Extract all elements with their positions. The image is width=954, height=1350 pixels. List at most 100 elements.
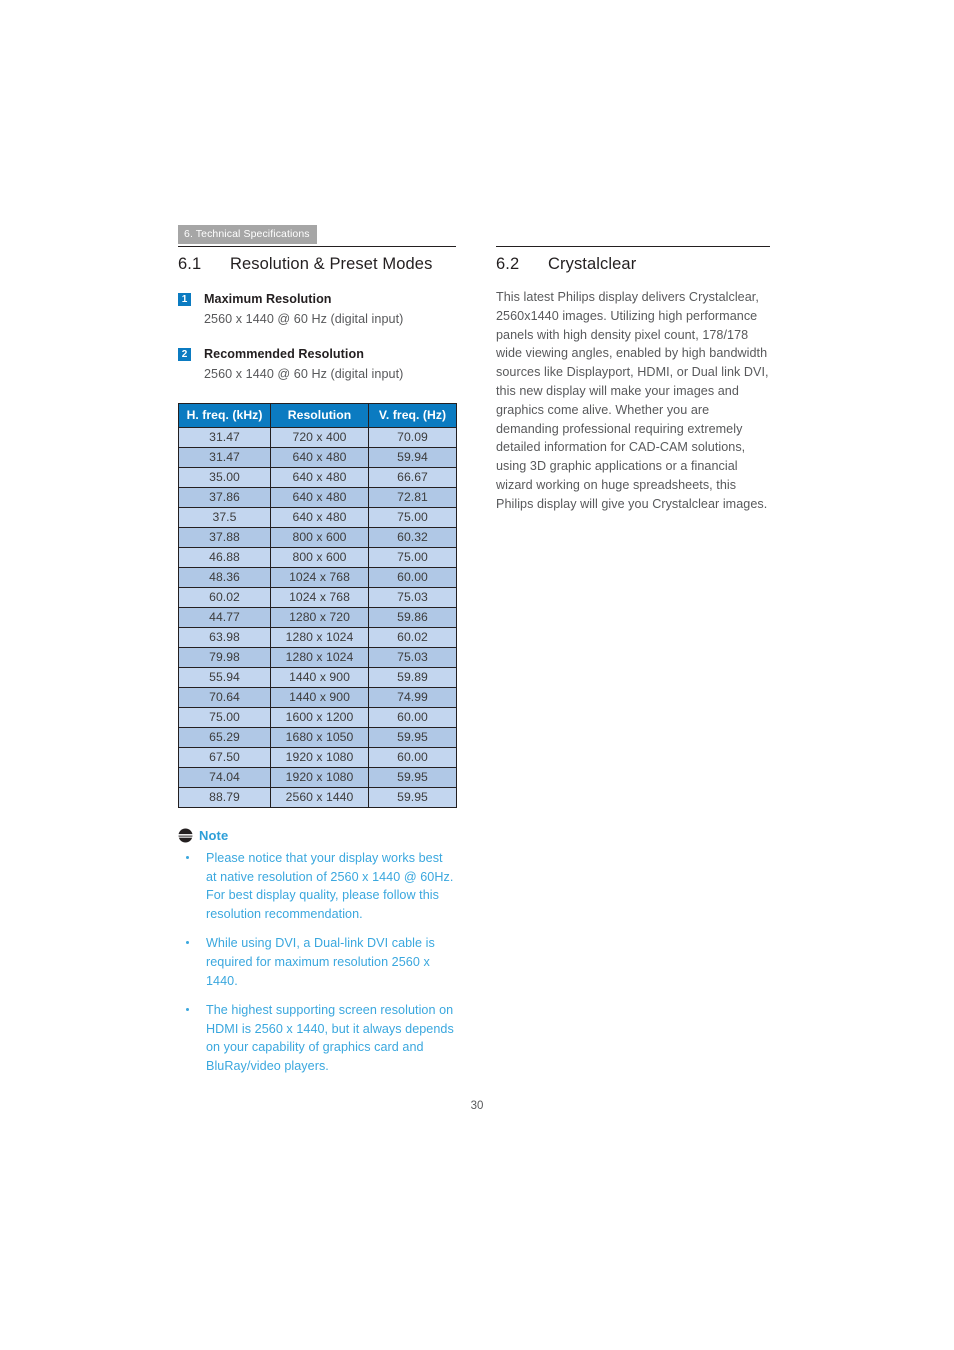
- note-bullet-item: The highest supporting screen resolution…: [178, 1001, 456, 1075]
- cell-h-freq: 48.36: [178, 567, 271, 588]
- cell-resolution: 720 x 400: [270, 427, 369, 448]
- cell-v-freq: 59.95: [368, 767, 457, 788]
- cell-v-freq: 70.09: [368, 427, 457, 448]
- cell-resolution: 1920 x 1080: [270, 767, 369, 788]
- table-row: 44.77 1280 x 720 59.86: [178, 607, 457, 628]
- cell-v-freq: 59.95: [368, 787, 457, 808]
- page-title-6-1: 6.1 Resolution & Preset Modes: [178, 255, 456, 274]
- item-title: Recommended Resolution: [204, 347, 364, 361]
- item-title: Maximum Resolution: [204, 292, 332, 306]
- cell-h-freq: 88.79: [178, 787, 271, 808]
- cell-h-freq: 46.88: [178, 547, 271, 568]
- table-row: 35.00 640 x 480 66.67: [178, 467, 457, 488]
- table-header-row: H. freq. (kHz) Resolution V. freq. (Hz): [178, 403, 457, 428]
- note-bullet-text: While using DVI, a Dual-link DVI cable i…: [206, 936, 435, 988]
- cell-v-freq: 75.00: [368, 547, 457, 568]
- table-row: 74.04 1920 x 1080 59.95: [178, 767, 457, 788]
- list-item-maximum-resolution: 1 Maximum Resolution 2560 x 1440 @ 60 Hz…: [178, 291, 456, 329]
- cell-resolution: 2560 x 1440: [270, 787, 369, 808]
- cell-v-freq: 60.00: [368, 567, 457, 588]
- cell-v-freq: 59.95: [368, 727, 457, 748]
- note-label: Note: [199, 828, 229, 843]
- section-rule-right: [496, 246, 770, 247]
- crystalclear-body-text: This latest Philips display delivers Cry…: [496, 290, 769, 511]
- cell-v-freq: 72.81: [368, 487, 457, 508]
- cell-v-freq: 59.86: [368, 607, 457, 628]
- cell-resolution: 1680 x 1050: [270, 727, 369, 748]
- table-row: 37.88 800 x 600 60.32: [178, 527, 457, 548]
- note-icon: [178, 828, 193, 843]
- table-row: 88.79 2560 x 1440 59.95: [178, 787, 457, 808]
- cell-v-freq: 60.32: [368, 527, 457, 548]
- cell-h-freq: 31.47: [178, 447, 271, 468]
- cell-h-freq: 75.00: [178, 707, 271, 728]
- left-column: 6.1 Resolution & Preset Modes 1 Maximum …: [178, 246, 457, 1076]
- cell-resolution: 1280 x 720: [270, 607, 369, 628]
- cell-h-freq: 70.64: [178, 687, 271, 708]
- cell-v-freq: 75.03: [368, 587, 457, 608]
- note-bullet-text: Please notice that your display works be…: [206, 851, 454, 921]
- note-bullet-item: While using DVI, a Dual-link DVI cable i…: [178, 934, 456, 990]
- cell-h-freq: 37.86: [178, 487, 271, 508]
- cell-resolution: 640 x 480: [270, 467, 369, 488]
- cell-resolution: 1280 x 1024: [270, 627, 369, 648]
- right-column: 6.2 Crystalclear This latest Philips dis…: [496, 246, 770, 514]
- cell-h-freq: 55.94: [178, 667, 271, 688]
- table-body: 31.47 720 x 400 70.09 31.47 640 x 480 59.94 35…: [178, 427, 457, 808]
- cell-v-freq: 60.02: [368, 627, 457, 648]
- table-row: 65.29 1680 x 1050 59.95: [178, 727, 457, 748]
- note-block: Note Please notice that your display wor…: [178, 828, 456, 1076]
- cell-h-freq: 63.98: [178, 627, 271, 648]
- cell-resolution: 800 x 600: [270, 547, 369, 568]
- table-row: 31.47 720 x 400 70.09: [178, 427, 457, 448]
- cell-v-freq: 59.89: [368, 667, 457, 688]
- column-header-v-freq: V. freq. (Hz): [368, 403, 457, 428]
- cell-resolution: 640 x 480: [270, 507, 369, 528]
- note-bullet-list: Please notice that your display works be…: [178, 849, 456, 1076]
- section-title-6-1: Resolution & Preset Modes: [230, 255, 433, 273]
- table-row: 70.64 1440 x 900 74.99: [178, 687, 457, 708]
- table-row: 79.98 1280 x 1024 75.03: [178, 647, 457, 668]
- cell-resolution: 1024 x 768: [270, 587, 369, 608]
- page-title-6-2: 6.2 Crystalclear: [496, 255, 770, 274]
- column-header-resolution: Resolution: [270, 403, 369, 428]
- cell-resolution: 640 x 480: [270, 487, 369, 508]
- cell-resolution: 1440 x 900: [270, 667, 369, 688]
- cell-v-freq: 75.03: [368, 647, 457, 668]
- running-header-tab: 6. Technical Specifications: [178, 225, 317, 244]
- cell-h-freq: 60.02: [178, 587, 271, 608]
- table-row: 37.86 640 x 480 72.81: [178, 487, 457, 508]
- cell-h-freq: 65.29: [178, 727, 271, 748]
- cell-v-freq: 60.00: [368, 707, 457, 728]
- table-row: 31.47 640 x 480 59.94: [178, 447, 457, 468]
- cell-resolution: 1920 x 1080: [270, 747, 369, 768]
- table-row: 55.94 1440 x 900 59.89: [178, 667, 457, 688]
- cell-v-freq: 60.00: [368, 747, 457, 768]
- section-number-6-1: 6.1: [178, 255, 202, 273]
- number-badge-1: 1: [178, 293, 191, 306]
- cell-resolution: 640 x 480: [270, 447, 369, 468]
- cell-h-freq: 37.5: [178, 507, 271, 528]
- cell-h-freq: 74.04: [178, 767, 271, 788]
- cell-resolution: 1440 x 900: [270, 687, 369, 708]
- cell-h-freq: 44.77: [178, 607, 271, 628]
- number-badge-2: 2: [178, 348, 191, 361]
- page-number: 30: [470, 1100, 484, 1112]
- cell-resolution: 1600 x 1200: [270, 707, 369, 728]
- note-header: Note: [178, 828, 456, 843]
- table-row: 60.02 1024 x 768 75.03: [178, 587, 457, 608]
- bullet-dot-icon: [186, 941, 189, 945]
- bullet-dot-icon: [186, 856, 189, 859]
- cell-h-freq: 79.98: [178, 647, 271, 668]
- section-number-6-2: 6.2: [496, 255, 520, 273]
- section-title-6-2: Crystalclear: [548, 255, 637, 273]
- table-row: 67.50 1920 x 1080 60.00: [178, 747, 457, 768]
- document-page: 6. Technical Specifications 6.1 Resoluti…: [0, 0, 954, 1350]
- section-rule-left: [178, 246, 456, 247]
- column-header-h-freq: H. freq. (kHz): [178, 403, 271, 428]
- preset-modes-table: H. freq. (kHz) Resolution V. freq. (Hz) …: [178, 403, 457, 808]
- cell-v-freq: 75.00: [368, 507, 457, 528]
- item-subtitle: 2560 x 1440 @ 60 Hz (digital input): [204, 367, 404, 381]
- cell-v-freq: 66.67: [368, 467, 457, 488]
- note-bullet-text: The highest supporting screen resolution…: [206, 1003, 454, 1073]
